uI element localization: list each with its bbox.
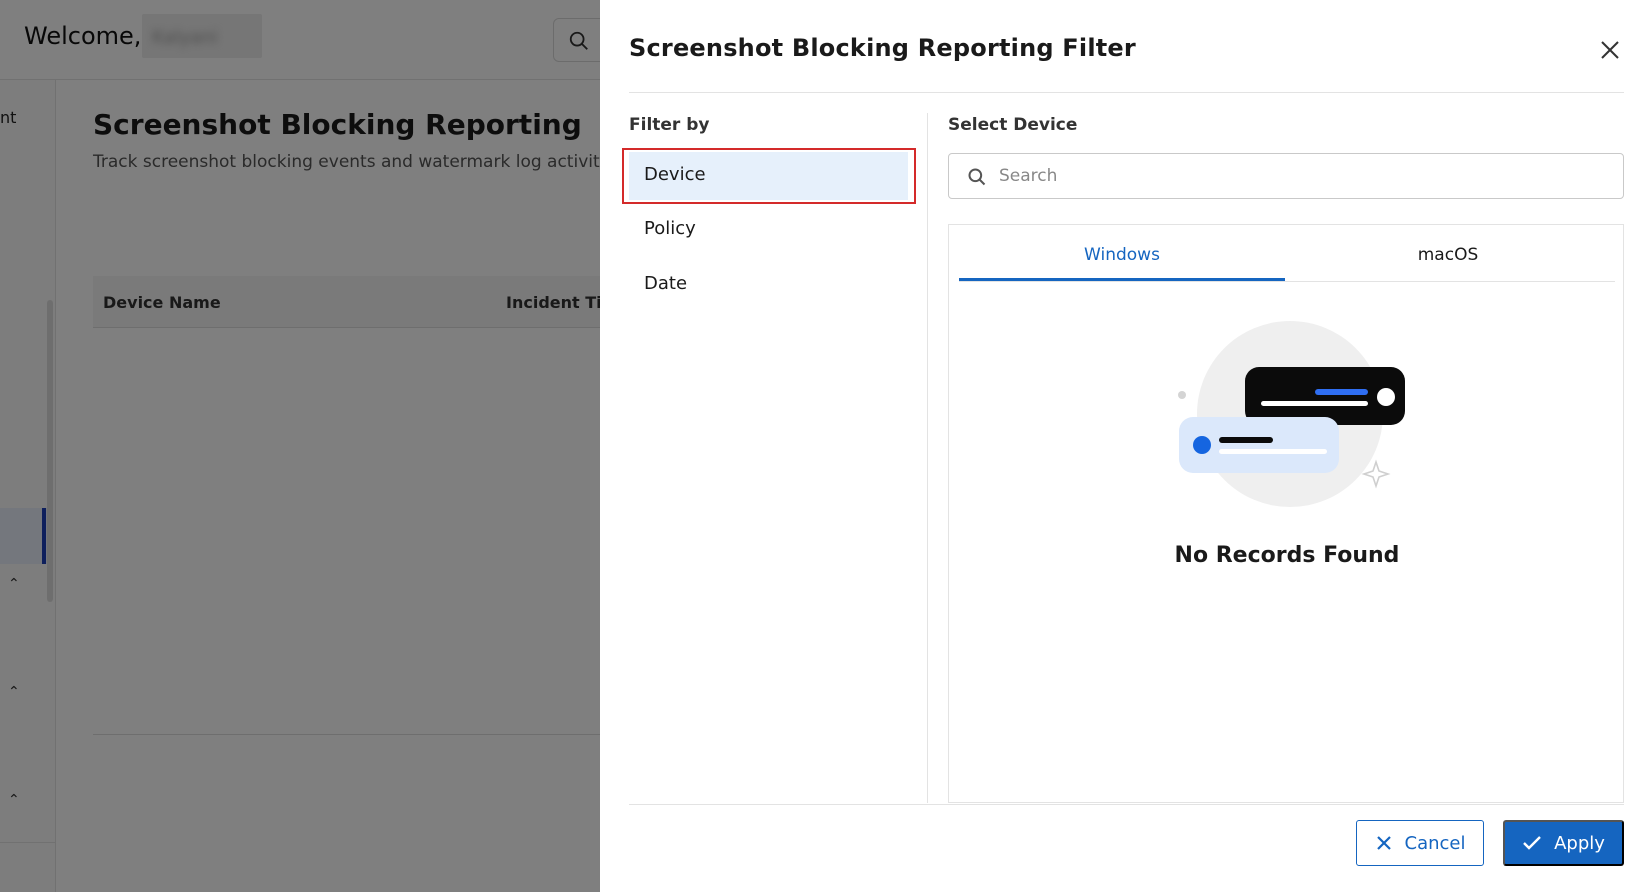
- tab-windows[interactable]: Windows: [959, 225, 1285, 281]
- tab-label: macOS: [1417, 245, 1479, 265]
- empty-state-message: No Records Found: [1174, 543, 1400, 568]
- filter-item-policy[interactable]: Policy: [629, 206, 908, 254]
- device-search-field[interactable]: [948, 153, 1624, 199]
- close-icon: [1376, 836, 1391, 850]
- search-icon: [968, 168, 986, 186]
- drawer-title: Screenshot Blocking Reporting Filter: [629, 34, 1136, 62]
- select-device-label: Select Device: [948, 115, 1078, 135]
- cancel-label: Cancel: [1404, 832, 1466, 854]
- close-button[interactable]: [1596, 36, 1624, 64]
- filter-drawer: Screenshot Blocking Reporting Filter Fil…: [600, 0, 1647, 892]
- check-icon: [1523, 836, 1541, 850]
- footer-divider: [629, 804, 1624, 805]
- device-tabs-panel: Windows macOS No Records Found: [948, 224, 1624, 803]
- filter-by-label: Filter by: [629, 115, 710, 135]
- filter-item-label: Date: [644, 273, 688, 294]
- tab-macos[interactable]: macOS: [1285, 225, 1611, 281]
- apply-button[interactable]: Apply: [1503, 820, 1624, 866]
- apply-label: Apply: [1554, 832, 1605, 854]
- cancel-button[interactable]: Cancel: [1356, 820, 1484, 866]
- device-search-input[interactable]: [999, 162, 1599, 190]
- filter-item-date[interactable]: Date: [629, 261, 908, 309]
- highlight-annotation: [622, 148, 916, 204]
- tabs-divider: [959, 281, 1615, 282]
- filter-item-label: Policy: [644, 218, 696, 239]
- header-divider: [629, 92, 1624, 93]
- empty-records-illustration: [1178, 321, 1405, 507]
- tab-label: Windows: [1084, 245, 1160, 265]
- column-divider: [927, 113, 928, 803]
- close-icon: [1601, 41, 1619, 59]
